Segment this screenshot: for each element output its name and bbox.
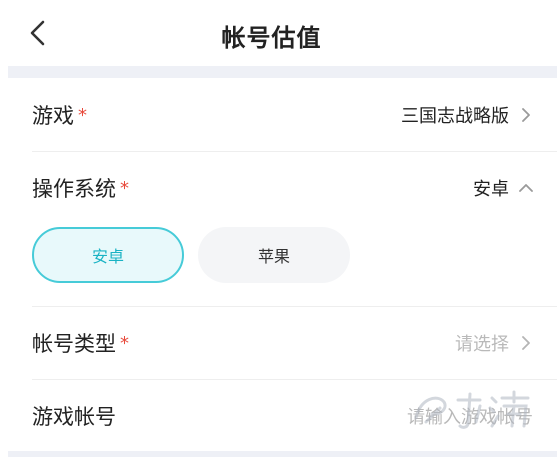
account-type-placeholder: 请选择: [455, 334, 509, 355]
page-title: 帐号估值: [221, 24, 322, 52]
game-account-row[interactable]: 游戏帐号 请输入游戏帐号: [32, 380, 557, 452]
chevron-right-icon: [522, 336, 530, 350]
os-row[interactable]: 操作系统 * 安卓: [32, 152, 557, 224]
required-mark: *: [78, 105, 87, 126]
header-separator: [8, 66, 557, 78]
required-mark: *: [120, 178, 129, 199]
header-bar: 帐号估值: [0, 0, 557, 66]
chevron-right-icon: [522, 108, 530, 122]
game-value: 三国志战略版: [401, 106, 509, 127]
os-value: 安卓: [473, 179, 509, 200]
bottom-separator: [8, 451, 557, 457]
game-row[interactable]: 游戏 * 三国志战略版: [32, 79, 557, 151]
chevron-up-icon: [519, 184, 533, 192]
os-option-apple[interactable]: 苹果: [198, 227, 350, 283]
required-mark: *: [120, 333, 129, 354]
os-label: 操作系统 *: [32, 177, 129, 201]
account-type-row[interactable]: 帐号类型 * 请选择: [32, 307, 557, 379]
game-label: 游戏 *: [32, 104, 87, 128]
game-account-input[interactable]: 请输入游戏帐号: [407, 403, 533, 429]
account-type-label: 帐号类型 *: [32, 332, 129, 356]
game-account-label: 游戏帐号: [32, 405, 116, 429]
os-option-android[interactable]: 安卓: [32, 227, 184, 283]
